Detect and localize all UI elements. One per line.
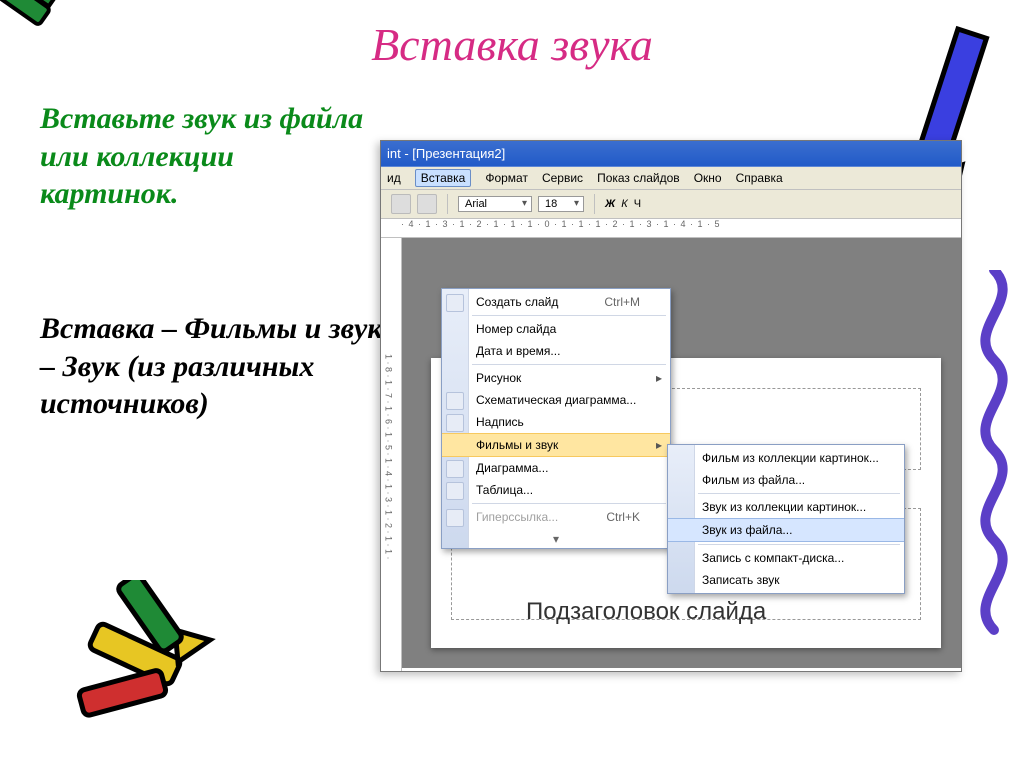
menu-item[interactable]: Звук из файла... bbox=[668, 518, 904, 542]
canvas-subtitle-text: Подзаголовок слайда bbox=[526, 598, 766, 626]
slide-subtitle: Вставьте звук из файла или коллекции кар… bbox=[40, 100, 370, 213]
menu-item[interactable]: Фильм из файла... bbox=[668, 469, 904, 491]
toolbar-icon-2[interactable] bbox=[417, 194, 437, 214]
menu-item[interactable]: Схематическая диаграмма... bbox=[442, 389, 670, 411]
menu-item-label: Гиперссылка... bbox=[476, 510, 558, 524]
menubar-slideshow[interactable]: Показ слайдов bbox=[597, 171, 680, 185]
menu-item-shortcut: Ctrl+M bbox=[604, 295, 640, 309]
menu-item-icon bbox=[446, 294, 464, 312]
menu-item-label: Фильм из коллекции картинок... bbox=[702, 451, 879, 465]
menu-item-icon bbox=[446, 414, 464, 432]
menu-item[interactable]: Записать звук bbox=[668, 569, 904, 591]
menu-item[interactable]: Гиперссылка... Ctrl+K bbox=[442, 506, 670, 528]
italic-button[interactable]: К bbox=[621, 198, 627, 210]
menu-item[interactable]: Фильм из коллекции картинок... bbox=[668, 447, 904, 469]
toolbar-sep bbox=[447, 194, 448, 214]
menu-item-label: Звук из файла... bbox=[702, 523, 792, 537]
screenshot-panel: int - [Презентация2] ид Вставка Формат С… bbox=[380, 140, 962, 672]
slide-title: Вставка звука bbox=[0, 18, 1024, 71]
font-select[interactable]: Arial bbox=[458, 196, 532, 212]
toolbar-icon-1[interactable] bbox=[391, 194, 411, 214]
squiggle-icon bbox=[954, 270, 1024, 650]
underline-button[interactable]: Ч bbox=[634, 198, 641, 210]
menu-item-label: Номер слайда bbox=[476, 322, 556, 336]
menubar-window[interactable]: Окно bbox=[694, 171, 722, 185]
menu-item[interactable]: Запись с компакт-диска... bbox=[668, 547, 904, 569]
menu-item[interactable]: Фильмы и звук bbox=[442, 433, 670, 457]
menu-item[interactable]: Диаграмма... bbox=[442, 457, 670, 479]
menubar-help[interactable]: Справка bbox=[736, 171, 783, 185]
menu-item-label: Создать слайд bbox=[476, 295, 558, 309]
menu-item-label: Фильм из файла... bbox=[702, 473, 805, 487]
menu-item-label: Дата и время... bbox=[476, 344, 560, 358]
ruler-horizontal: · 4 · 1 · 3 · 1 · 2 · 1 · 1 · 1 · 0 · 1 … bbox=[381, 219, 961, 238]
menu-item-label: Фильмы и звук bbox=[476, 438, 558, 452]
menu-item[interactable]: Дата и время... bbox=[442, 340, 670, 362]
bold-button[interactable]: Ж bbox=[605, 198, 615, 210]
menu-item-label: Рисунок bbox=[476, 371, 521, 385]
menu-item-shortcut: Ctrl+K bbox=[606, 510, 640, 524]
crayon-tl-icon bbox=[0, 0, 80, 80]
menu-item[interactable]: Номер слайда bbox=[442, 318, 670, 340]
menubar-insert[interactable]: Вставка bbox=[415, 169, 472, 187]
menu-item-label: Записать звук bbox=[702, 573, 779, 587]
menu-item[interactable]: Надпись bbox=[442, 411, 670, 433]
crayon-br-icon bbox=[60, 580, 220, 740]
menu-item-label: Таблица... bbox=[476, 483, 533, 497]
ruler-vertical: 1 · 8 · 1 · 7 · 1 · 6 · 1 · 5 · 1 · 4 · … bbox=[381, 238, 402, 672]
menu-item-label: Диаграмма... bbox=[476, 461, 548, 475]
slide-body: Вставка – Фильмы и звук – Звук (из разли… bbox=[40, 310, 390, 423]
menu-item[interactable]: Создать слайд Ctrl+M bbox=[442, 291, 670, 313]
menu-item-label: Запись с компакт-диска... bbox=[702, 551, 844, 565]
toolbar: Arial 18 Ж К Ч bbox=[381, 190, 961, 219]
menubar-format[interactable]: Формат bbox=[485, 171, 528, 185]
menu-item-icon bbox=[446, 509, 464, 527]
menubar: ид Вставка Формат Сервис Показ слайдов О… bbox=[381, 167, 961, 190]
menubar-cut[interactable]: ид bbox=[387, 171, 401, 185]
workspace: 1 · 8 · 1 · 7 · 1 · 6 · 1 · 5 · 1 · 4 · … bbox=[381, 238, 961, 668]
sound-submenu: Фильм из коллекции картинок... Фильм из ф… bbox=[667, 444, 905, 594]
menu-expand[interactable]: ▾ bbox=[442, 530, 670, 548]
menu-item[interactable]: Звук из коллекции картинок... bbox=[668, 496, 904, 518]
insert-menu: Создать слайд Ctrl+M Номер слайда Дата и вр… bbox=[441, 288, 671, 549]
menubar-service[interactable]: Сервис bbox=[542, 171, 583, 185]
menu-item-label: Надпись bbox=[476, 415, 524, 429]
window-title: int - [Презентация2] bbox=[381, 141, 961, 167]
menu-item-label: Схематическая диаграмма... bbox=[476, 393, 636, 407]
menu-item-icon bbox=[446, 460, 464, 478]
toolbar-sep-2 bbox=[594, 194, 595, 214]
menu-item[interactable]: Рисунок bbox=[442, 367, 670, 389]
menu-item-label: Звук из коллекции картинок... bbox=[702, 500, 866, 514]
menu-item-icon bbox=[446, 392, 464, 410]
menu-item[interactable]: Таблица... bbox=[442, 479, 670, 501]
menu-item-icon bbox=[446, 482, 464, 500]
size-select[interactable]: 18 bbox=[538, 196, 584, 212]
